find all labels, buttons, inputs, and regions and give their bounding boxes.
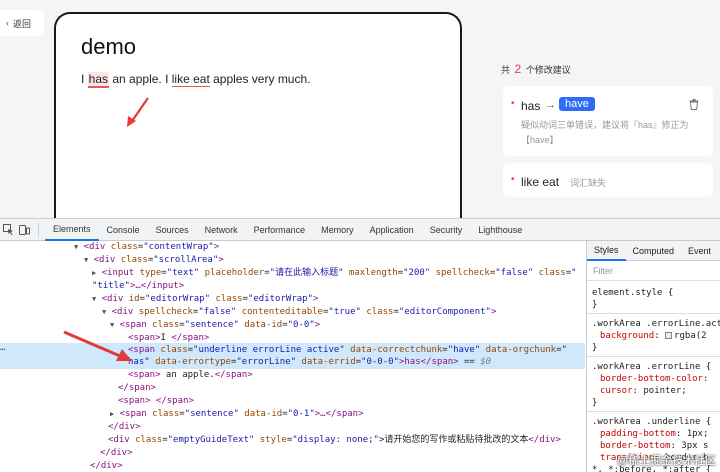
editor-title[interactable]: demo	[81, 34, 136, 60]
dom-node-selected-cont[interactable]: has" data-errortype="errorLine" data-err…	[128, 356, 491, 369]
tab-lighthouse[interactable]: Lighthouse	[470, 219, 530, 241]
style-rule: .workArea .underline {	[592, 417, 712, 427]
tab-event-listeners[interactable]: Event	[681, 241, 718, 261]
style-prop[interactable]: background: rgba(2	[600, 330, 707, 342]
suggestion-description: 疑似动词三单错误，建议将『has』修正为【have】	[521, 120, 689, 145]
suggestion-replacement-button[interactable]: have	[559, 97, 595, 111]
arrow-right-icon: →	[545, 99, 556, 111]
bullet-icon: •	[511, 98, 515, 109]
dom-node[interactable]: ▼ <div id="editorWrap" class="editorWrap…	[92, 293, 318, 306]
dom-node[interactable]: </span>	[118, 382, 156, 395]
suggestion-original: has	[521, 99, 541, 113]
style-rule: .workArea .errorLine.act	[592, 319, 720, 329]
bullet-icon: •	[511, 174, 515, 185]
style-prop[interactable]: border-bottom-color:	[600, 373, 708, 385]
red-arrow-icon	[63, 330, 132, 361]
back-label: 返回	[13, 18, 32, 29]
devtools-tabbar: Elements Console Sources Network Perform…	[0, 219, 720, 241]
tab-application[interactable]: Application	[362, 219, 422, 241]
tab-security[interactable]: Security	[422, 219, 471, 241]
suggestion-note: 词汇缺失	[570, 178, 607, 188]
text-pre: I	[81, 72, 88, 86]
more-icon[interactable]: …	[0, 343, 5, 353]
trash-icon[interactable]	[689, 99, 699, 110]
dom-node[interactable]: </div>	[90, 460, 123, 472]
style-prop[interactable]: cursor: pointer;	[600, 385, 687, 397]
tab-console[interactable]: Console	[99, 219, 148, 241]
style-rule: .workArea .errorLine {	[592, 362, 712, 372]
red-arrow-icon	[127, 97, 149, 127]
suggestion-card-has[interactable]: • has → have 疑似动词三单错误，建议将『has』修正为【have】	[503, 86, 713, 156]
chevron-left-icon: ‹	[6, 18, 9, 28]
dom-node[interactable]: ▼ <div class="scrollArea">	[84, 254, 224, 267]
dom-node[interactable]: ▶ <span class="sentence" data-id="0-1">……	[110, 408, 364, 421]
editor-card: demo I has an apple. I like eat apples v…	[54, 12, 462, 232]
styles-filter-input[interactable]: Filter	[587, 261, 720, 281]
text-post: apples very much.	[209, 72, 311, 86]
dom-node[interactable]: </div>	[108, 421, 141, 434]
dom-node[interactable]: <span> an apple.</span>	[128, 369, 253, 382]
divider	[587, 356, 720, 357]
tab-network[interactable]: Network	[197, 219, 246, 241]
tab-styles[interactable]: Styles	[587, 241, 626, 261]
tab-performance[interactable]: Performance	[246, 219, 314, 241]
error-word-like-eat[interactable]: like eat	[171, 72, 210, 87]
style-prop[interactable]: border-bottom: 3px s	[600, 440, 708, 452]
divider	[587, 313, 720, 314]
dom-tree[interactable]: … ▼ <div class="contentWrap"> ▼ <div cla…	[0, 241, 585, 472]
styles-tabbar: Styles Computed Event	[587, 241, 720, 261]
suggestion-card-like-eat[interactable]: • like eat 词汇缺失	[503, 163, 713, 197]
devtools-panel: Elements Console Sources Network Perform…	[0, 218, 720, 472]
styles-pane: Styles Computed Event Filter element.sty…	[586, 241, 720, 472]
tab-computed[interactable]: Computed	[626, 241, 682, 261]
tab-elements[interactable]: Elements	[45, 219, 99, 241]
divider	[38, 222, 39, 237]
suggestion-original: like eat	[521, 175, 560, 189]
suggestion-count: 共 2 个修改建议	[501, 62, 571, 76]
color-swatch-icon[interactable]	[665, 332, 673, 339]
dom-node[interactable]: <div class="emptyGuideText" style="displ…	[108, 434, 561, 447]
text-mid: an apple. I	[109, 72, 172, 86]
dom-node[interactable]: </div>	[100, 447, 133, 460]
style-prop[interactable]: padding-bottom: 1px;	[600, 428, 708, 440]
error-word-has[interactable]: has	[87, 72, 110, 88]
dom-node[interactable]: ▶ <input type="text" placeholder="请在此输入标…	[92, 267, 577, 280]
dom-node[interactable]: ▼ <div class="contentWrap">	[74, 241, 219, 254]
dom-node: "title">…</input>	[92, 281, 185, 291]
dom-node[interactable]: ▼ <span class="sentence" data-id="0-0">	[110, 319, 320, 332]
suggestion-count-number: 2	[514, 62, 522, 76]
device-toggle-icon[interactable]	[16, 219, 32, 241]
inspect-icon[interactable]	[0, 219, 16, 241]
dom-node[interactable]: <span> </span>	[118, 395, 194, 408]
editor-text[interactable]: I has an apple. I like eat apples very m…	[81, 72, 311, 88]
style-rule: element.style {	[592, 288, 674, 298]
divider	[587, 411, 720, 412]
watermark: @稀土掘金技术社区	[616, 455, 716, 467]
tab-memory[interactable]: Memory	[313, 219, 362, 241]
dom-node[interactable]: ▼ <div spellcheck="false" contenteditabl…	[102, 306, 496, 319]
tab-sources[interactable]: Sources	[148, 219, 197, 241]
back-button[interactable]: ‹ 返回	[0, 10, 44, 36]
